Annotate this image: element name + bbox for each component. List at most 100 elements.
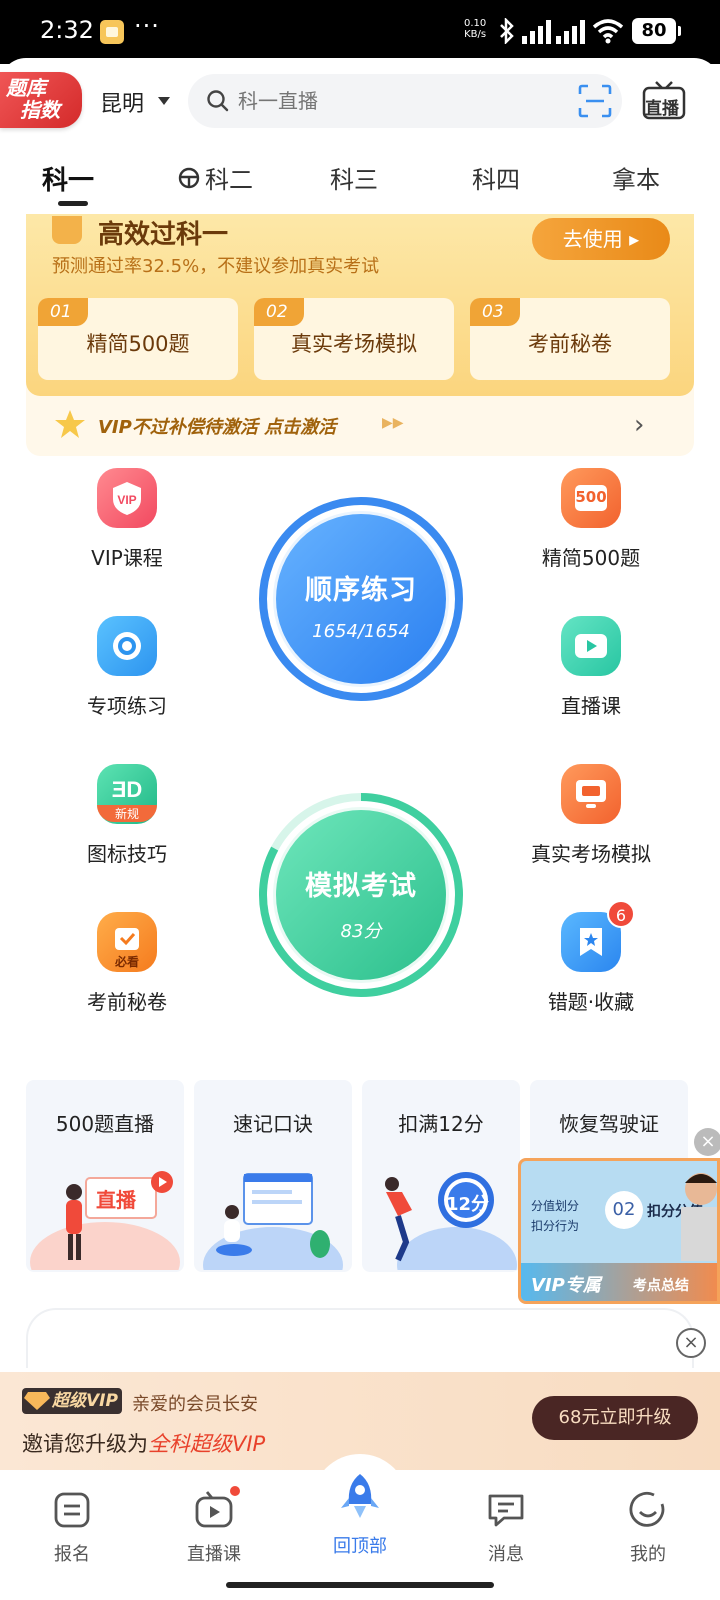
- icon-tips-icon: ƎD 新规: [97, 764, 157, 824]
- vip-card: 高效过科一 预测通过率32.5%，不建议参加真实考试 去使用 ▸ 01 精简50…: [26, 214, 694, 456]
- live-tag: 直播: [96, 1188, 136, 1212]
- card-mnemonics[interactable]: 速记口诀: [194, 1080, 352, 1272]
- practice-core: 顺序练习 1654/1654: [276, 514, 446, 684]
- vip-compensation-bar[interactable]: VIP不过补偿待激活 点击激活 ▶▶ ›: [26, 396, 694, 456]
- bottom-nav: 报名 直播课 回顶部 消息 我的: [0, 1470, 720, 1600]
- tab-subject-1[interactable]: 科一: [42, 160, 94, 197]
- card-500-live[interactable]: 500题直播 直播: [26, 1080, 184, 1272]
- search-input[interactable]: [238, 84, 538, 118]
- wifi-icon: [592, 19, 624, 44]
- option-label: 真实考场模拟: [291, 332, 417, 356]
- card-12-points[interactable]: 扣满12分 12分: [362, 1080, 520, 1272]
- notification-dot: [228, 1484, 242, 1498]
- vip-course-icon: VIP: [97, 468, 157, 528]
- steering-wheel-icon: [178, 167, 200, 189]
- exam-title: 模拟考试: [305, 871, 417, 902]
- option-number: 03: [470, 298, 520, 326]
- status-time: 2:32: [40, 16, 94, 44]
- nav-signup[interactable]: 报名: [22, 1482, 122, 1566]
- upgrade-invite: 邀请您升级为全科超级VIP: [22, 1432, 266, 1456]
- must-see-tag: 必看: [114, 955, 139, 969]
- badge-line2: 指数: [20, 98, 60, 122]
- feature-label: 精简500题: [541, 546, 641, 570]
- floating-video-player[interactable]: 分值划分 扣分行为 02 扣分分值 VIP专属 考点总结: [518, 1158, 720, 1304]
- tab-subject-2[interactable]: 科二: [205, 160, 253, 195]
- close-video-button[interactable]: ×: [694, 1128, 720, 1156]
- more-notifications-icon: ···: [134, 12, 160, 40]
- question-bank-index-badge[interactable]: 题库 指数: [0, 72, 82, 128]
- exam-core: 模拟考试 83分: [276, 810, 446, 980]
- star-icon: [55, 410, 85, 438]
- feature-live-course[interactable]: 直播课: [516, 616, 666, 719]
- tab-get-license[interactable]: 拿本: [612, 160, 660, 195]
- nav-mine[interactable]: 我的: [598, 1482, 698, 1566]
- caret-down-icon[interactable]: [158, 97, 170, 105]
- signal-icon: [522, 20, 551, 44]
- search-bar[interactable]: [188, 74, 622, 128]
- content-card: [26, 1308, 694, 1368]
- sequential-practice-button[interactable]: 顺序练习 1654/1654: [256, 494, 466, 704]
- vip-option-500[interactable]: 01 精简500题: [38, 298, 238, 380]
- video-line2: 扣分行为: [531, 1219, 580, 1233]
- pass-rate-text: 预测通过率32.5%，不建议参加真实考试: [52, 256, 380, 277]
- feature-label: VIP课程: [91, 546, 163, 570]
- tab-subject-3[interactable]: 科三: [330, 160, 378, 195]
- feature-vip-course[interactable]: VIP VIP课程: [52, 468, 202, 571]
- feature-real-exam-sim[interactable]: 真实考场模拟: [516, 764, 666, 867]
- mock-exam-button[interactable]: 模拟考试 83分: [256, 790, 466, 1000]
- battery-indicator: 80: [632, 18, 681, 44]
- feature-label: 考前秘卷: [87, 990, 167, 1014]
- double-arrow-icon: ▶▶: [382, 415, 404, 431]
- exam-score: 83分: [340, 921, 382, 942]
- tab-indicator: [58, 201, 88, 206]
- option-number: 02: [254, 298, 304, 326]
- practice-title: 顺序练习: [305, 575, 417, 606]
- feature-label: 图标技巧: [87, 842, 167, 866]
- points-illustration: [385, 1172, 517, 1270]
- feature-wrong-favorites[interactable]: 6 错题·收藏: [516, 900, 666, 1015]
- notes-app-icon: [100, 20, 124, 44]
- live-label: 直播: [645, 99, 679, 119]
- feature-500-questions[interactable]: 500 精简500题: [516, 468, 666, 571]
- nav-back-to-top[interactable]: 回顶部: [310, 1464, 410, 1558]
- feature-icon-tips[interactable]: ƎD 新规 图标技巧: [52, 764, 202, 867]
- 500-tag: 500: [575, 488, 607, 506]
- vip-compensation-text: VIP不过补偿待激活 点击激活: [98, 417, 337, 438]
- city-selector[interactable]: 昆明: [100, 86, 144, 118]
- nav-label: 消息: [488, 1544, 524, 1565]
- diamond-icon: [24, 1392, 50, 1410]
- nav-label: 直播课: [187, 1544, 241, 1565]
- upgrade-button[interactable]: 68元立即升级: [532, 1396, 698, 1440]
- chevron-right-icon: ›: [634, 410, 645, 440]
- vip-card-panel: 高效过科一 预测通过率32.5%，不建议参加真实考试 去使用 ▸ 01 精简50…: [26, 214, 694, 396]
- nav-label: 回顶部: [333, 1536, 387, 1557]
- summary-label: 考点总结: [633, 1278, 689, 1294]
- feature-special-practice[interactable]: 专项练习: [52, 616, 202, 719]
- nav-live-course[interactable]: 直播课: [164, 1482, 264, 1566]
- scan-icon[interactable]: [578, 84, 612, 118]
- net-speed: 0.10 KB/s: [464, 18, 487, 40]
- tab-subject-4[interactable]: 科四: [472, 160, 520, 195]
- feature-secret-paper[interactable]: 必看 考前秘卷: [52, 912, 202, 1015]
- vip-option-exam-sim[interactable]: 02 真实考场模拟: [254, 298, 454, 380]
- nav-messages[interactable]: 消息: [456, 1482, 556, 1566]
- vip-card-title: 高效过科一: [98, 220, 229, 250]
- option-number: 01: [38, 298, 88, 326]
- home-indicator[interactable]: [226, 1582, 494, 1588]
- secret-paper-icon: 必看: [97, 912, 157, 972]
- wrong-count-badge: 6: [607, 900, 635, 928]
- live-button[interactable]: 直播: [642, 80, 686, 120]
- use-button[interactable]: 去使用 ▸: [532, 218, 670, 260]
- option-label: 考前秘卷: [528, 332, 612, 356]
- rocket-icon: [341, 1474, 379, 1518]
- message-icon: [488, 1494, 524, 1527]
- new-rule-tag: 新规: [97, 805, 157, 822]
- status-bar: 2:32 ··· 0.10 KB/s 80: [0, 0, 720, 64]
- card-title: 速记口诀: [233, 1112, 313, 1136]
- svg-text:ƎD: ƎD: [112, 777, 143, 802]
- close-banner-button[interactable]: ×: [676, 1328, 706, 1358]
- crown-icon: [52, 216, 82, 244]
- vip-option-secret-paper[interactable]: 03 考前秘卷: [470, 298, 670, 380]
- option-label: 精简500题: [86, 332, 190, 356]
- feature-label: 专项练习: [87, 694, 167, 718]
